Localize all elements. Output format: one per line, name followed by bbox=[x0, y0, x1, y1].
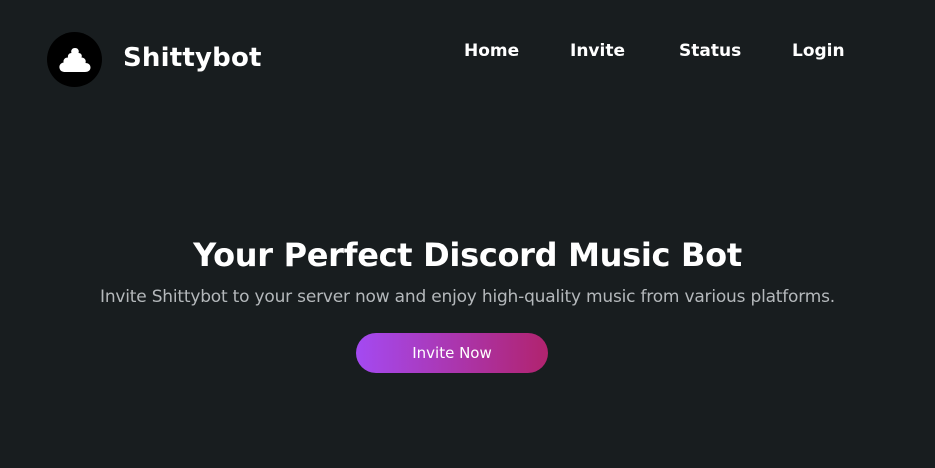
invite-now-button[interactable]: Invite Now bbox=[356, 333, 548, 373]
nav-home[interactable]: Home bbox=[464, 41, 519, 61]
brand-name[interactable]: Shittybot bbox=[123, 43, 262, 73]
nav-invite[interactable]: Invite bbox=[570, 41, 625, 61]
hero-subtitle: Invite Shittybot to your server now and … bbox=[100, 287, 835, 307]
logo[interactable] bbox=[47, 32, 102, 87]
poop-cloud-icon bbox=[58, 47, 90, 72]
nav-login[interactable]: Login bbox=[792, 41, 845, 61]
site-header: Shittybot Home Invite Status Login bbox=[0, 0, 935, 120]
hero-title: Your Perfect Discord Music Bot bbox=[193, 236, 742, 274]
nav-status[interactable]: Status bbox=[679, 41, 741, 61]
